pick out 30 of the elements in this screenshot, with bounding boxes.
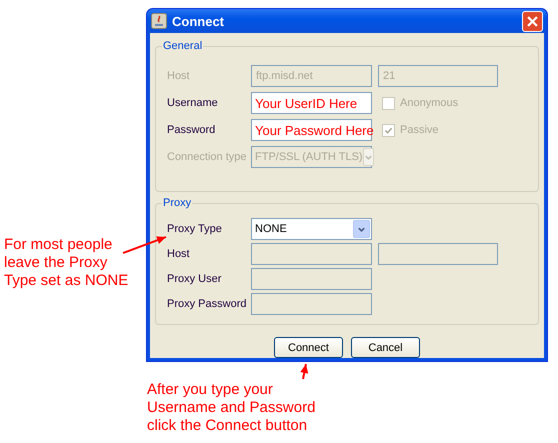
checkbox-label: Anonymous [400, 97, 458, 109]
input-field[interactable]: Your Password Here [251, 119, 372, 141]
field-label: Host [167, 248, 191, 260]
close-icon [527, 16, 538, 26]
dialog-button[interactable]: Connect [274, 337, 343, 358]
field-label: Proxy User [167, 273, 222, 285]
annotation-text: After you type your Username and Password click the Connect button [147, 381, 316, 435]
close-button[interactable] [522, 10, 543, 32]
group-title: General [162, 40, 204, 52]
field-label: Password [167, 124, 216, 136]
dropdown[interactable]: NONE [251, 218, 372, 240]
field-label: Username [167, 97, 219, 109]
group-title: Proxy [162, 197, 192, 209]
field-label: Proxy Password [167, 298, 248, 310]
app-icon [151, 13, 167, 29]
field-label: Host [167, 70, 191, 82]
check-icon [384, 126, 393, 134]
field-label: Connection type [167, 151, 248, 163]
input-field[interactable] [251, 293, 372, 315]
dialog-button[interactable]: Cancel [351, 337, 420, 358]
annotation-arrow [300, 364, 308, 380]
input-field[interactable] [251, 243, 372, 265]
field-label: Proxy Type [167, 223, 223, 235]
window-title: Connect [172, 14, 225, 28]
annotation-arrow [122, 236, 166, 254]
input-field[interactable] [378, 243, 498, 265]
annotation-text: For most people leave the Proxy Type set as NONE [4, 236, 128, 290]
checkbox-label: Passive [400, 124, 439, 136]
input-field[interactable]: Your UserID Here [251, 92, 372, 114]
input-field[interactable] [251, 268, 372, 290]
